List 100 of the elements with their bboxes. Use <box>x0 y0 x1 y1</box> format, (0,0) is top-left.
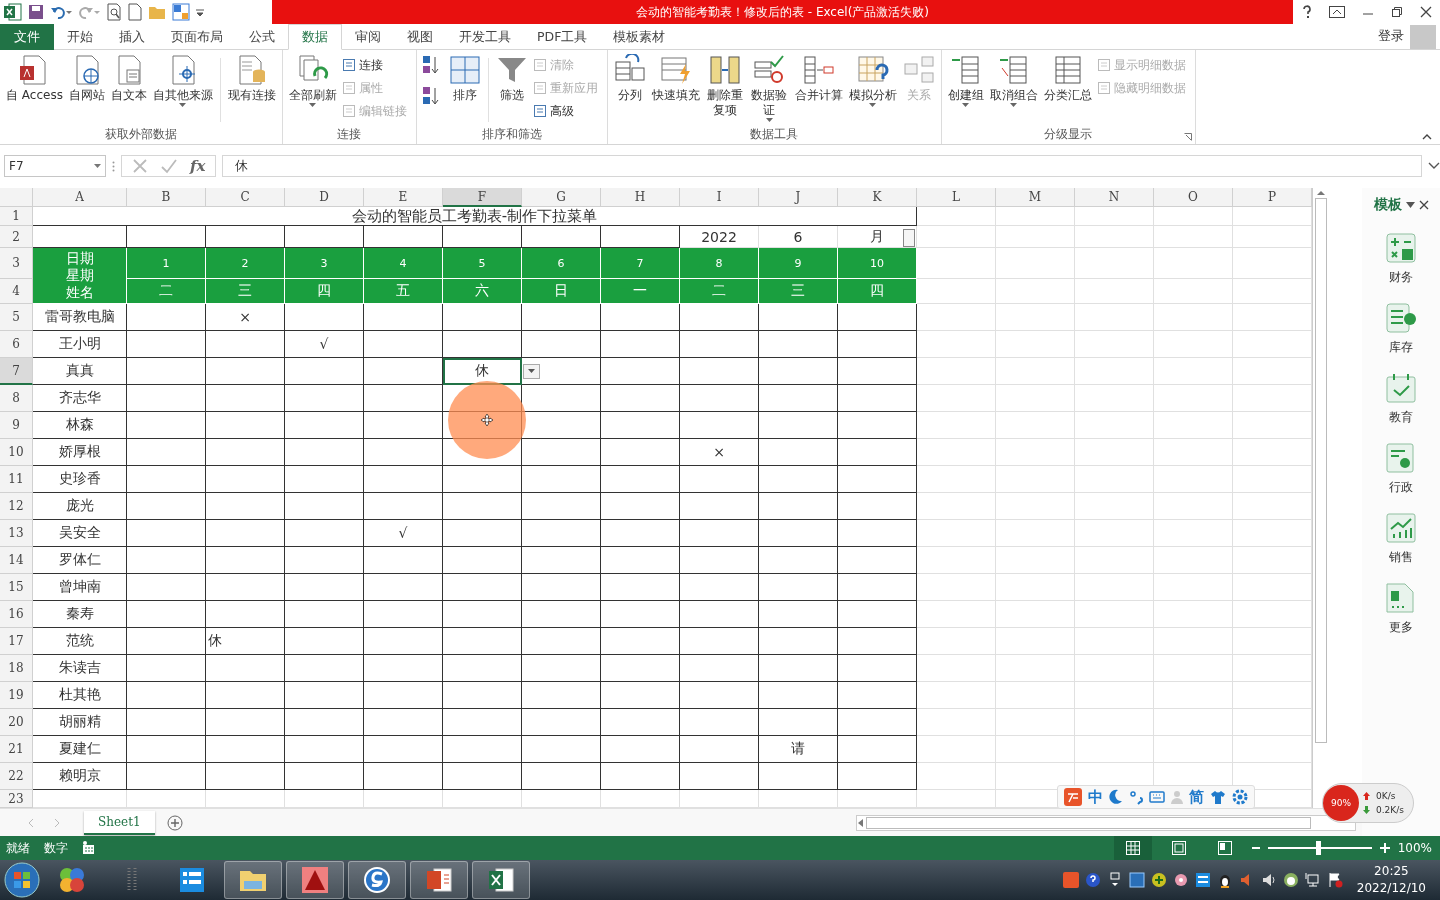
close-icon[interactable] <box>1419 6 1432 18</box>
empty-cell[interactable] <box>285 655 364 682</box>
scroll-left-icon[interactable] <box>857 818 863 827</box>
empty-cell[interactable] <box>601 682 680 709</box>
empty-cell[interactable] <box>127 682 206 709</box>
empty-cell[interactable] <box>285 628 364 655</box>
ribbon-tab[interactable]: 审阅 <box>342 24 394 50</box>
empty-cell[interactable] <box>601 493 680 520</box>
ribbon-tab[interactable]: 数据 <box>288 24 342 50</box>
row-header[interactable]: 9 <box>0 412 33 439</box>
empty-cell[interactable] <box>680 520 759 547</box>
empty-cell[interactable] <box>364 682 443 709</box>
print-preview-icon[interactable] <box>106 3 122 21</box>
ribbon-button[interactable]: 自其他来源 <box>149 54 216 110</box>
row-header[interactable]: 16 <box>0 601 33 628</box>
check-icon[interactable] <box>160 158 178 174</box>
empty-cell[interactable] <box>285 547 364 574</box>
empty-cell[interactable] <box>680 493 759 520</box>
flag-error-icon[interactable] <box>1326 872 1343 888</box>
row-header[interactable]: 17 <box>0 628 33 655</box>
empty-cell[interactable] <box>364 628 443 655</box>
empty-cell[interactable] <box>759 763 838 790</box>
empty-cell[interactable] <box>522 466 601 493</box>
save-icon[interactable] <box>28 4 44 20</box>
table-layout-icon[interactable] <box>172 3 190 21</box>
empty-cell[interactable] <box>285 412 364 439</box>
empty-cell[interactable] <box>680 547 759 574</box>
empty-cell[interactable] <box>206 682 285 709</box>
empty-cell[interactable] <box>680 655 759 682</box>
empty-cell[interactable] <box>601 601 680 628</box>
ribbon-tab[interactable]: PDF工具 <box>524 24 601 50</box>
empty-cell[interactable] <box>522 763 601 790</box>
file-tab[interactable]: 文件 <box>0 24 54 50</box>
start-orb-icon[interactable] <box>4 862 40 898</box>
column-header[interactable]: K <box>838 188 917 207</box>
scroll-thumb[interactable] <box>866 816 1311 829</box>
customize-caret-icon[interactable] <box>196 7 204 17</box>
empty-cell[interactable] <box>127 601 206 628</box>
ribbon-button[interactable]: 筛选 <box>492 54 531 103</box>
empty-cell[interactable] <box>601 304 680 331</box>
empty-cell[interactable] <box>838 655 917 682</box>
empty-cell[interactable] <box>443 763 522 790</box>
dialog-launcher-icon[interactable] <box>1183 133 1192 141</box>
macro-record-icon[interactable] <box>82 841 95 855</box>
empty-cell[interactable] <box>838 466 917 493</box>
empty-cell[interactable] <box>443 520 522 547</box>
name-box[interactable]: F7 <box>4 155 106 177</box>
horizontal-scrollbar[interactable] <box>856 814 1356 831</box>
empty-cell[interactable] <box>285 520 364 547</box>
empty-cell[interactable] <box>680 628 759 655</box>
empty-cell[interactable] <box>601 331 680 358</box>
empty-cell[interactable] <box>206 520 285 547</box>
empty-cell[interactable] <box>838 385 917 412</box>
empty-cell[interactable] <box>759 574 838 601</box>
empty-cell[interactable] <box>443 331 522 358</box>
column-header[interactable]: E <box>364 188 443 207</box>
empty-cell[interactable] <box>285 466 364 493</box>
row-header[interactable]: 14 <box>0 547 33 574</box>
row-header[interactable]: 10 <box>0 439 33 466</box>
empty-cell[interactable] <box>601 547 680 574</box>
column-header[interactable]: B <box>127 188 206 207</box>
ribbon-button[interactable]: 模拟分析 <box>845 54 900 110</box>
zoom-slider-thumb[interactable] <box>1315 841 1321 855</box>
view-button[interactable] <box>1113 836 1152 860</box>
empty-cell[interactable] <box>601 466 680 493</box>
empty-cell[interactable] <box>601 574 680 601</box>
empty-cell[interactable] <box>838 358 917 385</box>
empty-cell[interactable] <box>285 601 364 628</box>
ribbon-button[interactable]: 全部刷新 <box>285 54 340 110</box>
row-header[interactable]: 19 <box>0 682 33 709</box>
empty-cell[interactable] <box>759 655 838 682</box>
empty-cell[interactable] <box>838 520 917 547</box>
empty-cell[interactable] <box>206 601 285 628</box>
empty-cell[interactable] <box>601 709 680 736</box>
empty-cell[interactable] <box>680 358 759 385</box>
taskbar-button[interactable] <box>410 861 468 899</box>
dropdown-button[interactable] <box>523 364 540 379</box>
network-icon[interactable] <box>1304 872 1321 888</box>
expand-caret-icon[interactable] <box>1428 162 1440 170</box>
close-icon[interactable] <box>1418 200 1429 210</box>
row-header[interactable]: 1 <box>0 207 33 226</box>
empty-cell[interactable] <box>206 385 285 412</box>
empty-cell[interactable] <box>364 439 443 466</box>
empty-cell[interactable] <box>838 439 917 466</box>
ribbon-button[interactable]: 自 Access <box>3 54 66 103</box>
empty-cell[interactable] <box>838 331 917 358</box>
column-header[interactable]: P <box>1233 188 1312 207</box>
row-header[interactable]: 13 <box>0 520 33 547</box>
attendance-cell[interactable]: 休 <box>443 358 522 385</box>
add-sheet-icon[interactable] <box>166 814 183 831</box>
row-header[interactable]: 4 <box>0 279 33 304</box>
empty-cell[interactable] <box>443 574 522 601</box>
empty-cell[interactable] <box>680 601 759 628</box>
empty-cell[interactable] <box>285 385 364 412</box>
plus-circle-icon[interactable] <box>1150 872 1167 888</box>
formula-field[interactable]: 休 <box>222 155 1422 177</box>
app-logo-icon[interactable] <box>1062 872 1079 888</box>
empty-cell[interactable] <box>206 655 285 682</box>
template-category[interactable]: 库存 <box>1380 302 1422 360</box>
empty-cell[interactable] <box>364 601 443 628</box>
